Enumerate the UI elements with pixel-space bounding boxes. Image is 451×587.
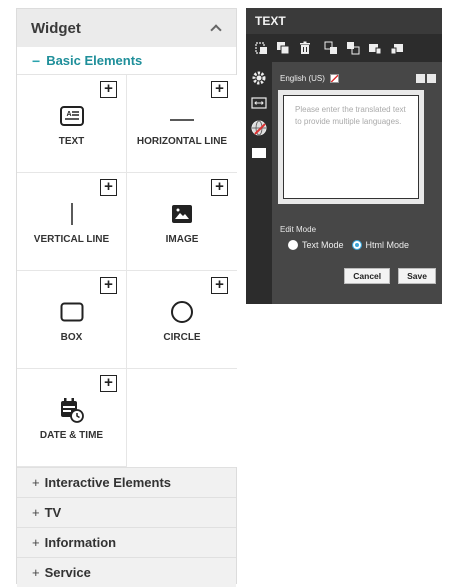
category-basic-elements[interactable]: − Basic Elements [17, 47, 236, 75]
box-icon [17, 299, 126, 325]
add-horizontal-line-button[interactable]: + [211, 81, 228, 98]
add-image-button[interactable]: + [211, 179, 228, 196]
expand-sign: + [32, 565, 40, 580]
add-date-time-button[interactable]: + [100, 375, 117, 392]
copy-icon[interactable] [276, 41, 290, 55]
widget-title: Widget [31, 19, 81, 37]
widget-header[interactable]: Widget [17, 9, 236, 47]
side-toolbar [246, 62, 272, 304]
translation-textarea[interactable]: Please enter the translated text to prov… [278, 90, 424, 204]
element-label: IMAGE [165, 234, 199, 245]
category-label: TV [44, 505, 62, 520]
category-label: Service [44, 565, 91, 580]
text-icon: A [17, 103, 126, 129]
category-label: Interactive Elements [44, 475, 172, 490]
chevron-up-icon[interactable] [210, 22, 222, 34]
trash-icon[interactable] [298, 41, 312, 55]
text-panel-header: TEXT [246, 8, 442, 34]
html-mode-label: Html Mode [365, 240, 410, 250]
save-button[interactable]: Save [398, 268, 436, 284]
collapse-sign: − [32, 52, 41, 69]
text-panel-content: English (US) Please enter the translated… [272, 62, 442, 304]
language-nav [416, 74, 436, 83]
element-label: BOX [60, 332, 83, 343]
empty-cell [127, 369, 237, 467]
element-circle[interactable]: + CIRCLE [127, 271, 237, 369]
next-language-icon[interactable] [427, 74, 436, 83]
image-icon [127, 201, 237, 227]
action-buttons: Cancel Save [344, 268, 436, 284]
vertical-line-icon [17, 201, 126, 227]
edit-mode-options: Text Mode Html Mode [288, 240, 409, 250]
language-label: English (US) [280, 74, 325, 83]
add-box-button[interactable]: + [100, 277, 117, 294]
text-panel-toolbar [246, 34, 442, 62]
send-backward-icon[interactable] [346, 41, 360, 55]
element-label: VERTICAL LINE [33, 234, 110, 245]
language-icon[interactable] [251, 120, 267, 136]
element-label: TEXT [58, 136, 85, 147]
category-information[interactable]: + Information [17, 527, 236, 557]
resize-icon[interactable] [251, 95, 267, 111]
gear-icon[interactable] [251, 70, 267, 86]
text-panel-title: TEXT [255, 14, 286, 28]
add-text-button[interactable]: + [100, 81, 117, 98]
add-circle-button[interactable]: + [211, 277, 228, 294]
prev-language-icon[interactable] [416, 74, 425, 83]
text-panel-body: English (US) Please enter the translated… [246, 62, 442, 304]
category-tv[interactable]: + TV [17, 497, 236, 527]
bring-forward-icon[interactable] [324, 41, 338, 55]
element-text[interactable]: + A TEXT [17, 75, 127, 173]
text-mode-radio[interactable] [288, 240, 298, 250]
circle-icon [127, 299, 237, 325]
language-row: English (US) [280, 74, 436, 83]
textarea-placeholder: Please enter the translated text to prov… [295, 105, 406, 126]
element-date-time[interactable]: + DATE & TIME [17, 369, 127, 467]
html-mode-radio[interactable] [351, 240, 362, 250]
category-label: Information [44, 535, 117, 550]
category-label: Basic Elements [46, 53, 143, 68]
element-vertical-line[interactable]: + VERTICAL LINE [17, 173, 127, 271]
send-to-back-icon[interactable] [390, 41, 404, 55]
expand-sign: + [32, 505, 40, 520]
element-image[interactable]: + IMAGE [127, 173, 237, 271]
horizontal-line-icon [127, 103, 237, 129]
edit-mode-label: Edit Mode [280, 225, 317, 234]
text-properties-panel: TEXT English (US) Please enter the trans… [246, 8, 442, 304]
bring-to-front-icon[interactable] [368, 41, 382, 55]
text-mode-label: Text Mode [302, 240, 344, 250]
category-service[interactable]: + Service [17, 557, 236, 587]
element-box[interactable]: + BOX [17, 271, 127, 369]
date-time-icon [17, 397, 126, 423]
background-color-icon[interactable] [251, 145, 267, 161]
widget-panel: Widget − Basic Elements + A TEXT + HORIZ… [16, 8, 237, 587]
expand-sign: + [32, 475, 40, 490]
element-horizontal-line[interactable]: + HORIZONTAL LINE [127, 75, 237, 173]
paste-icon[interactable] [254, 41, 268, 55]
cancel-button[interactable]: Cancel [344, 268, 391, 284]
expand-sign: + [32, 535, 40, 550]
element-label: CIRCLE [163, 332, 201, 343]
svg-text:A: A [66, 111, 71, 118]
category-interactive-elements[interactable]: + Interactive Elements [17, 467, 236, 497]
add-vertical-line-button[interactable]: + [100, 179, 117, 196]
element-grid: + A TEXT + HORIZONTAL LINE + VERTICAL LI… [17, 75, 237, 467]
no-flag-icon [329, 74, 339, 83]
element-label: HORIZONTAL LINE [136, 136, 228, 147]
element-label: DATE & TIME [39, 430, 104, 441]
